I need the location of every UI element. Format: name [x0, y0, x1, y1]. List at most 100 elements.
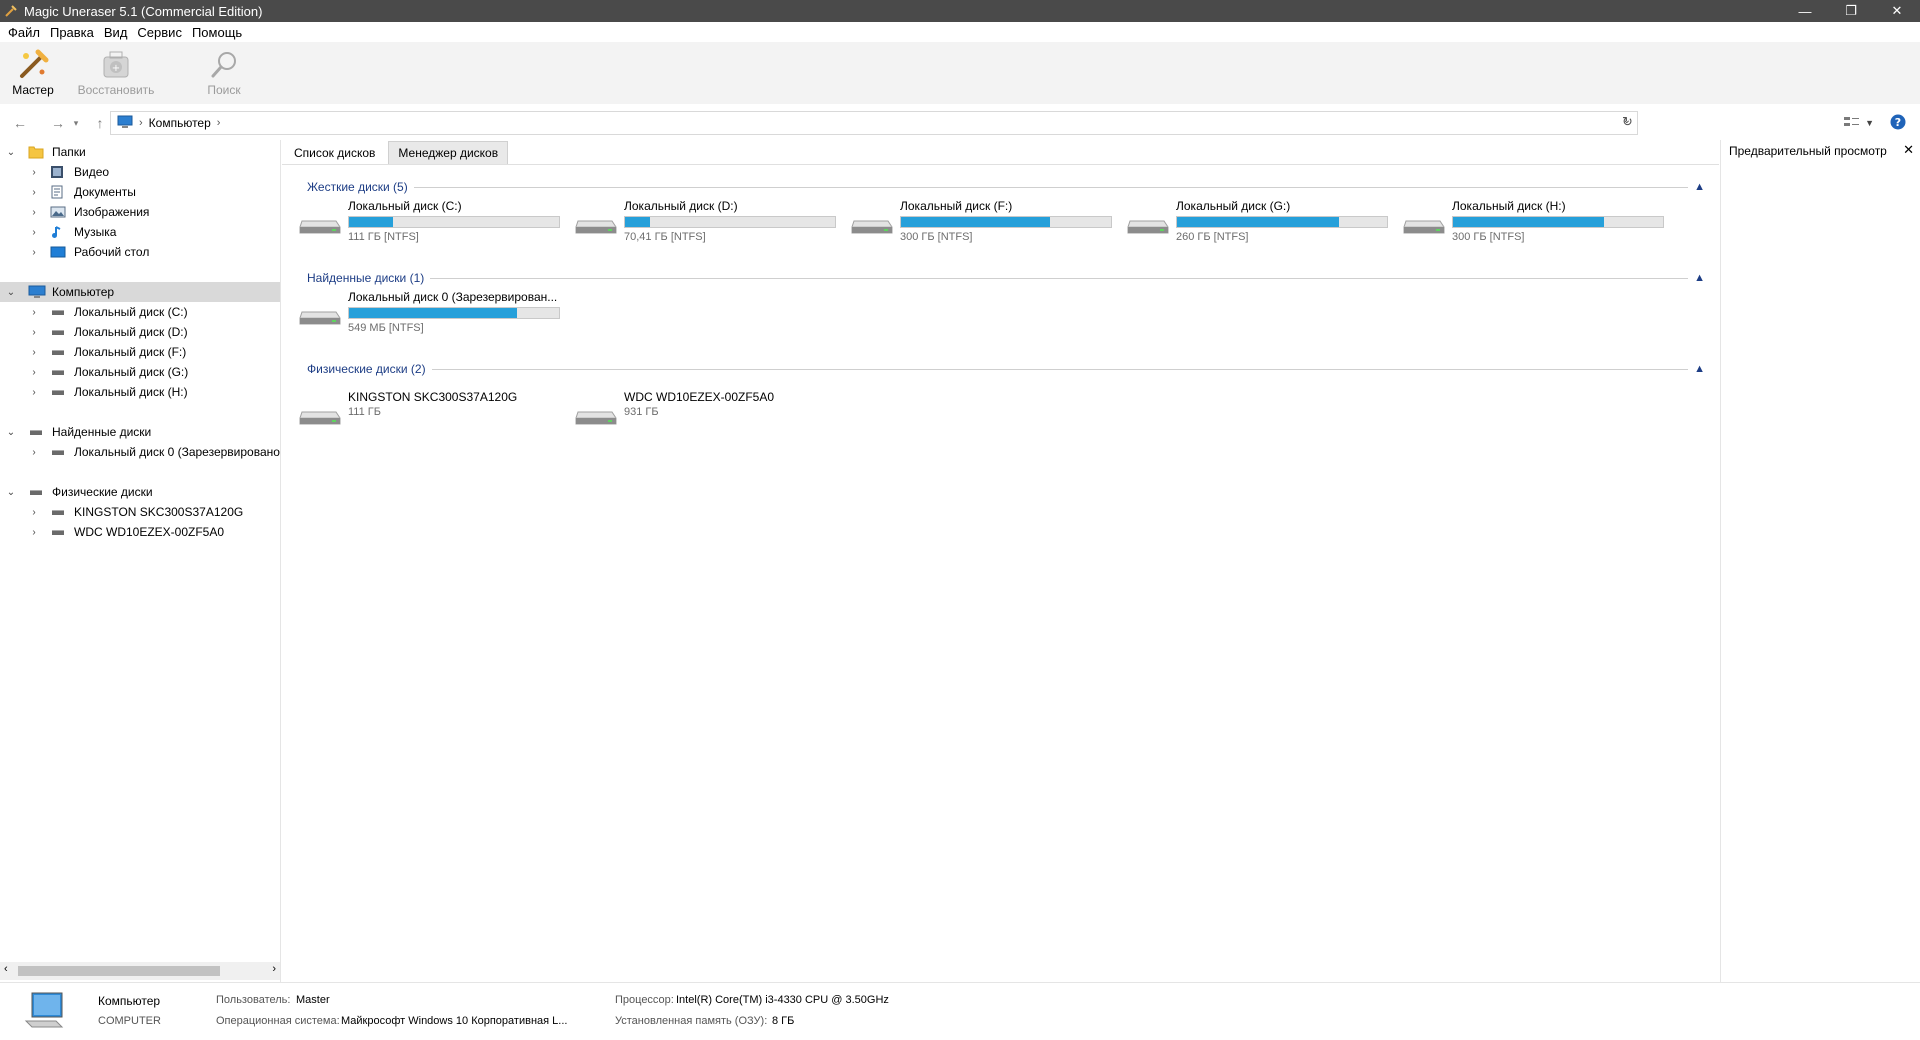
- expand-chevron-icon[interactable]: ›: [28, 447, 40, 458]
- found-disk-tile[interactable]: Локальный диск 0 (Зарезервирован... 549 М…: [298, 290, 574, 340]
- scrollbar-thumb[interactable]: [18, 966, 220, 976]
- maximize-button[interactable]: ❐: [1828, 0, 1874, 22]
- help-icon[interactable]: ?: [1890, 114, 1906, 133]
- hard-disk-tile[interactable]: Локальный диск (F:) 300 ГБ [NTFS]: [850, 199, 1126, 249]
- tree-computer[interactable]: ⌄ Компьютер: [0, 282, 280, 302]
- tree-physical-disks[interactable]: ⌄ Физические диски: [0, 482, 280, 502]
- search-button[interactable]: Поиск: [184, 42, 264, 97]
- expand-chevron-icon[interactable]: ›: [28, 367, 40, 378]
- physical-disk-tile[interactable]: WDC WD10EZEX-00ZF5A0 931 ГБ: [574, 390, 850, 440]
- status-ram: 8 ГБ: [772, 1015, 795, 1027]
- disk-name: Локальный диск (F:): [900, 199, 1013, 213]
- tree-found-disks[interactable]: ⌄ Найденные диски: [0, 422, 280, 442]
- menu-file[interactable]: Файл: [3, 25, 45, 40]
- collapse-chevron-icon[interactable]: ⌄: [5, 147, 17, 158]
- disk-usage-bar: [624, 216, 836, 228]
- wizard-button[interactable]: Мастер: [0, 42, 66, 97]
- tree-item-disk-d[interactable]: › Локальный диск (D:): [0, 322, 280, 342]
- preview-title: Предварительный просмотр: [1729, 144, 1887, 158]
- expand-chevron-icon[interactable]: ›: [28, 187, 40, 198]
- expand-chevron-icon[interactable]: ›: [28, 387, 40, 398]
- collapse-chevron-icon[interactable]: ⌄: [5, 487, 17, 498]
- drive-icon: [50, 365, 68, 379]
- tree-item-documents[interactable]: › Документы: [0, 182, 280, 202]
- preview-close-icon[interactable]: ✕: [1903, 142, 1914, 158]
- collapse-chevron-icon[interactable]: ⌄: [5, 427, 17, 438]
- section-divider: [431, 368, 1689, 370]
- breadcrumb-separator-icon: ›: [139, 117, 143, 129]
- section-hard-disks[interactable]: Жесткие диски (5) ▲: [307, 179, 1705, 195]
- tree-label: Рабочий стол: [74, 245, 150, 259]
- tree-item-found-disk-0[interactable]: › Локальный диск 0 (Зарезервировано: [0, 442, 280, 462]
- tree-item-desktop[interactable]: › Рабочий стол: [0, 242, 280, 262]
- minimize-button[interactable]: —: [1782, 0, 1828, 22]
- scroll-right-icon[interactable]: ›: [272, 963, 276, 975]
- expand-chevron-icon[interactable]: ›: [28, 167, 40, 178]
- tree-item-disk-c[interactable]: › Локальный диск (C:): [0, 302, 280, 322]
- tab-disk-list[interactable]: Список дисков: [285, 141, 384, 164]
- expand-chevron-icon[interactable]: ›: [28, 507, 40, 518]
- expand-chevron-icon[interactable]: ›: [28, 207, 40, 218]
- tree-label: Изображения: [74, 205, 150, 219]
- section-collapse-icon[interactable]: ▲: [1694, 272, 1705, 284]
- section-found-disks[interactable]: Найденные диски (1) ▲: [307, 270, 1705, 286]
- tree-item-wdc[interactable]: › WDC WD10EZEX-00ZF5A0: [0, 522, 280, 542]
- expand-chevron-icon[interactable]: ›: [28, 227, 40, 238]
- breadcrumb-computer[interactable]: Компьютер: [149, 116, 211, 130]
- menu-edit[interactable]: Правка: [45, 25, 99, 40]
- tree-item-images[interactable]: › Изображения: [0, 202, 280, 222]
- history-dropdown-icon[interactable]: ▾: [70, 111, 82, 135]
- hard-disk-tile[interactable]: Локальный диск (G:) 260 ГБ [NTFS]: [1126, 199, 1402, 249]
- tree-item-video[interactable]: › Видео: [0, 162, 280, 182]
- address-row: ← → ▾ ↑ › Компьютер › ⌄ ↻ ▼ ?: [0, 108, 1920, 138]
- hard-disk-tile[interactable]: Локальный диск (C:) 111 ГБ [NTFS]: [298, 199, 574, 249]
- disk-usage-fill: [1177, 217, 1339, 227]
- expand-chevron-icon[interactable]: ›: [28, 247, 40, 258]
- hard-drive-icon: [298, 211, 342, 239]
- physical-disk-tile[interactable]: KINGSTON SKC300S37A120G 111 ГБ: [298, 390, 574, 440]
- horizontal-scrollbar[interactable]: ‹ ›: [0, 962, 280, 980]
- section-collapse-icon[interactable]: ▲: [1694, 181, 1705, 193]
- menu-view[interactable]: Вид: [99, 25, 133, 40]
- tab-disk-manager[interactable]: Менеджер дисков: [388, 141, 509, 164]
- toolbar: Мастер + Восстановить Поиск: [0, 42, 1920, 104]
- up-arrow-icon[interactable]: ↑: [88, 111, 112, 135]
- tree-folders[interactable]: ⌄ Папки: [0, 142, 280, 162]
- restore-button[interactable]: + Восстановить: [66, 42, 166, 97]
- scroll-left-icon[interactable]: ‹: [4, 963, 8, 975]
- tree-item-disk-f[interactable]: › Локальный диск (F:): [0, 342, 280, 362]
- expand-chevron-icon[interactable]: ›: [28, 327, 40, 338]
- drive-icon: [50, 505, 68, 519]
- status-os: Майкрософт Windows 10 Корпоративная L...: [341, 1015, 568, 1027]
- title-bar: Magic Uneraser 5.1 (Commercial Edition) …: [0, 0, 1920, 22]
- view-mode-icon[interactable]: [1843, 114, 1861, 133]
- tree-item-music[interactable]: › Музыка: [0, 222, 280, 242]
- tree-label: KINGSTON SKC300S37A120G: [74, 505, 244, 519]
- expand-chevron-icon[interactable]: ›: [28, 307, 40, 318]
- menu-service[interactable]: Сервис: [132, 25, 187, 40]
- hard-disk-tile[interactable]: Локальный диск (H:) 300 ГБ [NTFS]: [1402, 199, 1678, 249]
- tree-item-disk-h[interactable]: › Локальный диск (H:): [0, 382, 280, 402]
- expand-chevron-icon[interactable]: ›: [28, 347, 40, 358]
- disk-usage-bar: [1452, 216, 1664, 228]
- address-bar[interactable]: › Компьютер › ⌄: [110, 111, 1638, 135]
- svg-text:?: ?: [1895, 116, 1901, 129]
- disk-name: Локальный диск (H:): [1452, 199, 1566, 213]
- forward-arrow-icon[interactable]: →: [46, 111, 70, 135]
- drive-icon: [50, 385, 68, 399]
- drive-icon: [28, 485, 46, 499]
- view-dropdown-icon[interactable]: ▼: [1865, 118, 1874, 128]
- disk-usage-fill: [1453, 217, 1605, 227]
- menu-help[interactable]: Помощь: [187, 25, 247, 40]
- status-computer-name: COMPUTER: [98, 1015, 161, 1027]
- collapse-chevron-icon[interactable]: ⌄: [5, 287, 17, 298]
- expand-chevron-icon[interactable]: ›: [28, 527, 40, 538]
- back-arrow-icon[interactable]: ←: [8, 111, 32, 135]
- close-button[interactable]: ✕: [1874, 0, 1920, 22]
- refresh-icon[interactable]: ↻: [1622, 114, 1633, 130]
- section-physical-disks[interactable]: Физические диски (2) ▲: [307, 361, 1705, 377]
- tree-item-kingston[interactable]: › KINGSTON SKC300S37A120G: [0, 502, 280, 522]
- tree-item-disk-g[interactable]: › Локальный диск (G:): [0, 362, 280, 382]
- section-collapse-icon[interactable]: ▲: [1694, 363, 1705, 375]
- hard-disk-tile[interactable]: Локальный диск (D:) 70,41 ГБ [NTFS]: [574, 199, 850, 249]
